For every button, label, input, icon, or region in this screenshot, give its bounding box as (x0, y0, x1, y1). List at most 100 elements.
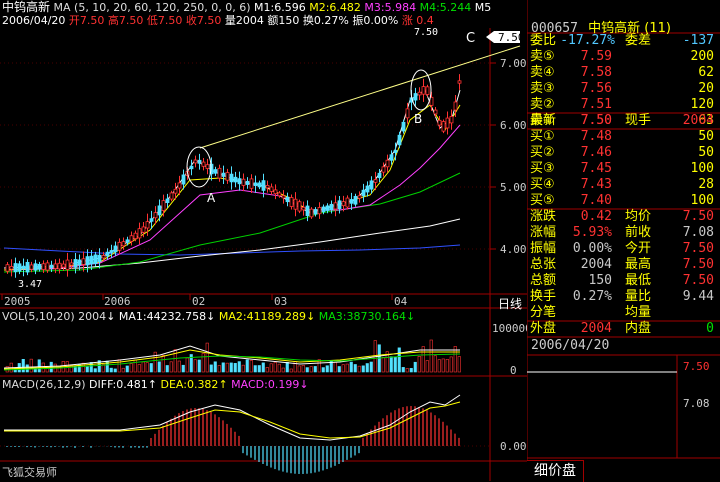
candle-body (397, 134, 402, 146)
sell-volume: 120 (690, 97, 714, 112)
candle-body (277, 192, 282, 197)
candle-body (141, 226, 146, 233)
buy-row: 买④ 7.43 28 (527, 177, 720, 193)
volume-bar (237, 361, 241, 373)
candle-body (405, 108, 410, 119)
sell-row: 卖② 7.51 120 (527, 97, 720, 113)
volume-bar (389, 356, 393, 373)
candle-body (285, 196, 290, 203)
candle-body (309, 208, 314, 218)
candle-body (197, 159, 202, 164)
volume-bar (285, 361, 289, 373)
candle-body (281, 195, 286, 199)
volume-bar (425, 360, 429, 373)
candle-body (65, 259, 70, 270)
candle-body (313, 209, 318, 215)
candle-body (229, 173, 234, 183)
chart-area[interactable]: 中钨高新 MA (5, 10, 20, 60, 120, 250, 0, 0, … (0, 0, 532, 481)
candle-body (305, 205, 310, 216)
buy-price: 7.45 (580, 161, 612, 176)
candle-body (325, 205, 330, 211)
volume-bar (321, 367, 325, 373)
candle-body (193, 159, 198, 164)
stat-label: 总额 (530, 273, 557, 288)
candle-body (321, 206, 326, 213)
price-tick-700: 7.00 (500, 57, 527, 70)
volume-bar (145, 362, 149, 373)
sell-label: 卖② (530, 97, 555, 112)
macd-macd: MACD:0.199 (231, 378, 300, 391)
volume-bar (245, 359, 249, 373)
candle-body (369, 180, 374, 190)
volume-bar (413, 361, 417, 373)
buy-price: 7.43 (580, 177, 612, 192)
buy-label: 买⑤ (530, 193, 555, 208)
volume-bar (225, 362, 229, 373)
vol-axis-zero: 0 (510, 364, 517, 377)
candle-body (261, 180, 266, 191)
stat-label: 振幅 (530, 241, 557, 256)
sell-price: 7.56 (580, 81, 612, 96)
volume-bar (233, 363, 237, 373)
kline-chart[interactable] (0, 0, 527, 481)
volume-bar (181, 364, 185, 373)
label-b: B (414, 112, 423, 126)
volume-bar (133, 359, 137, 373)
weicha-label: 委差 (625, 33, 652, 48)
candle-body (425, 86, 430, 95)
quote-panel: 000657 中钨高新 (11) 委比 -17.27% 委差 -137 卖⑤ 7… (527, 0, 720, 482)
buy-label: 买④ (530, 177, 555, 192)
volume-bar (129, 363, 133, 373)
candle-body (333, 202, 338, 210)
volume-bar (357, 365, 361, 373)
volume-bar (85, 366, 89, 373)
volume-bar (109, 367, 113, 373)
volume-bar (273, 362, 277, 373)
candle-body (353, 195, 358, 205)
macd-histogram (6, 406, 460, 474)
detail-tab[interactable]: 细价盘 (527, 460, 584, 482)
candle-body (173, 188, 178, 194)
candle-body (49, 264, 54, 268)
candle-body (45, 262, 50, 271)
candle-body (25, 261, 30, 273)
outer-value: 2004 (580, 321, 612, 336)
candle-body (445, 117, 450, 129)
candle-body (373, 179, 378, 183)
candle-body (245, 180, 250, 185)
period-label[interactable]: 日线 (498, 295, 522, 312)
sell-row: 卖③ 7.56 20 (527, 81, 720, 97)
volume-bar (253, 365, 257, 373)
buy-row: 买② 7.46 50 (527, 145, 720, 161)
volume-bar (381, 357, 385, 373)
volume-bar (161, 354, 165, 373)
stat-row: 涨跌 0.42 均价 7.50 (527, 209, 720, 225)
volume-bar (441, 358, 445, 373)
volume-bar (165, 365, 169, 373)
candle-body (73, 259, 78, 268)
candle-body (433, 109, 438, 115)
volume-bar (313, 366, 317, 373)
label-c: C (466, 31, 476, 46)
macd-label: MACD(26,12,9) (2, 378, 86, 391)
candle-body (269, 186, 274, 192)
buy-volume: 50 (698, 145, 714, 160)
stat-row: 振幅 0.00% 今开 7.50 (527, 241, 720, 257)
volume-bar (309, 366, 313, 373)
candle-body (153, 212, 158, 219)
stat-label-right: 均量 (625, 305, 652, 320)
buy-label: 买② (530, 145, 555, 160)
stat-value-right: 9.44 (682, 289, 714, 304)
candle-body (273, 189, 278, 195)
volume-bar (289, 368, 293, 373)
buy-row: 买⑤ 7.40 100 (527, 193, 720, 209)
tick-price-top: 7.50 (683, 360, 710, 373)
volume-bar (269, 363, 273, 373)
candle-body (89, 255, 94, 265)
volume-bar (229, 362, 233, 373)
volume-bar (205, 342, 209, 373)
candle-body (385, 159, 390, 168)
macd-diff: DIFF:0.481 (89, 378, 148, 391)
candle-body (381, 166, 386, 173)
candle-body (289, 197, 294, 207)
